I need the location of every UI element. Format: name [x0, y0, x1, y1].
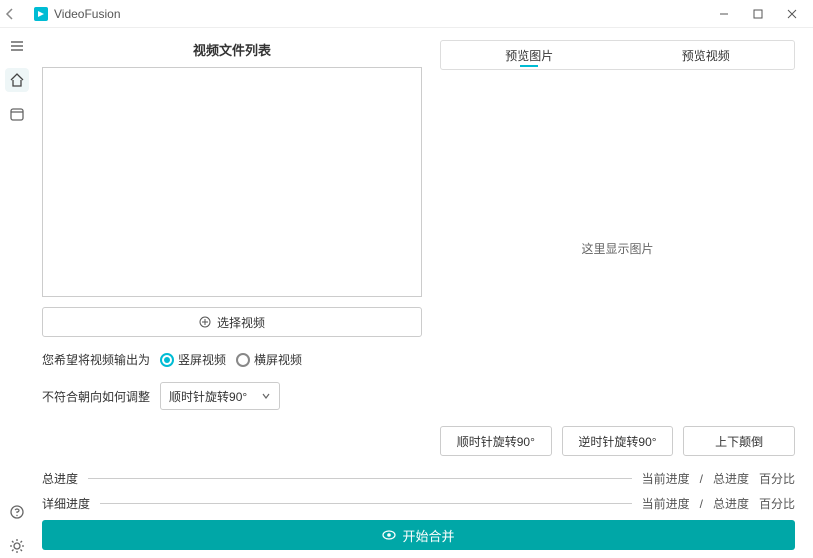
- overall-label: 总进度: [42, 470, 78, 487]
- close-button[interactable]: [775, 0, 809, 28]
- file-list-title: 视频文件列表: [42, 40, 422, 59]
- help-icon[interactable]: [5, 500, 29, 524]
- overall-progress-row: 总进度 当前进度 / 总进度 百分比: [42, 470, 795, 487]
- settings-icon[interactable]: [5, 534, 29, 558]
- back-button[interactable]: [4, 8, 24, 20]
- sep: /: [700, 472, 703, 486]
- maximize-button[interactable]: [741, 0, 775, 28]
- overall-bar: [88, 478, 632, 479]
- sep2: /: [700, 497, 703, 511]
- menu-icon[interactable]: [5, 34, 29, 58]
- radio-icon: [236, 353, 250, 367]
- preview-placeholder: 这里显示图片: [581, 240, 653, 257]
- radio-portrait-label: 竖屏视频: [178, 351, 226, 368]
- tab-preview-video[interactable]: 预览视频: [618, 41, 795, 69]
- adjust-dropdown[interactable]: 顺时针旋转90°: [160, 382, 280, 410]
- overall-percent: 百分比: [759, 470, 795, 487]
- radio-landscape[interactable]: 横屏视频: [236, 351, 302, 368]
- detail-progress-row: 详细进度 当前进度 / 总进度 百分比: [42, 495, 795, 512]
- minimize-button[interactable]: [707, 0, 741, 28]
- plus-icon: [199, 316, 211, 328]
- detail-percent: 百分比: [759, 495, 795, 512]
- file-list[interactable]: [42, 67, 422, 297]
- overall-current: 当前进度: [642, 470, 690, 487]
- sidebar: [0, 28, 34, 558]
- output-orientation-row: 您希望将视频输出为 竖屏视频 横屏视频: [42, 351, 422, 368]
- rotate-ccw-button[interactable]: 逆时针旋转90°: [562, 426, 674, 456]
- detail-total: 总进度: [713, 495, 749, 512]
- detail-bar: [100, 503, 632, 504]
- detail-current: 当前进度: [642, 495, 690, 512]
- chevron-down-icon: [261, 391, 271, 401]
- flip-button[interactable]: 上下颠倒: [683, 426, 795, 456]
- overall-total: 总进度: [713, 470, 749, 487]
- radio-portrait[interactable]: 竖屏视频: [160, 351, 226, 368]
- titlebar: VideoFusion: [0, 0, 813, 28]
- tab-preview-image[interactable]: 预览图片: [441, 41, 618, 69]
- adjust-label: 不符合朝向如何调整: [42, 388, 150, 405]
- app-title: VideoFusion: [54, 7, 121, 21]
- preview-controls: 顺时针旋转90° 逆时针旋转90° 上下颠倒: [440, 426, 795, 456]
- radio-icon: [160, 353, 174, 367]
- progress-section: 总进度 当前进度 / 总进度 百分比 详细进度 当前进度 / 总进度 百分比 开…: [42, 470, 795, 550]
- right-panel: 预览图片 预览视频 这里显示图片 顺时针旋转90° 逆时针旋转90° 上下颠倒: [440, 40, 795, 456]
- home-icon[interactable]: [5, 68, 29, 92]
- detail-label: 详细进度: [42, 495, 90, 512]
- preview-tabs: 预览图片 预览视频: [440, 40, 795, 70]
- start-merge-label: 开始合并: [402, 526, 454, 545]
- preview-area: 这里显示图片: [440, 70, 795, 426]
- output-label: 您希望将视频输出为: [42, 351, 150, 368]
- adjust-row: 不符合朝向如何调整 顺时针旋转90°: [42, 382, 422, 410]
- eye-icon: [382, 528, 396, 542]
- calendar-icon[interactable]: [5, 102, 29, 126]
- start-merge-button[interactable]: 开始合并: [42, 520, 795, 550]
- left-panel: 视频文件列表 选择视频 您希望将视频输出为 竖屏视频 横屏视频: [42, 40, 422, 456]
- select-video-button[interactable]: 选择视频: [42, 307, 422, 337]
- app-logo-icon: [34, 7, 48, 21]
- radio-landscape-label: 横屏视频: [254, 351, 302, 368]
- adjust-value: 顺时针旋转90°: [169, 388, 247, 405]
- rotate-cw-button[interactable]: 顺时针旋转90°: [440, 426, 552, 456]
- select-video-label: 选择视频: [217, 314, 265, 331]
